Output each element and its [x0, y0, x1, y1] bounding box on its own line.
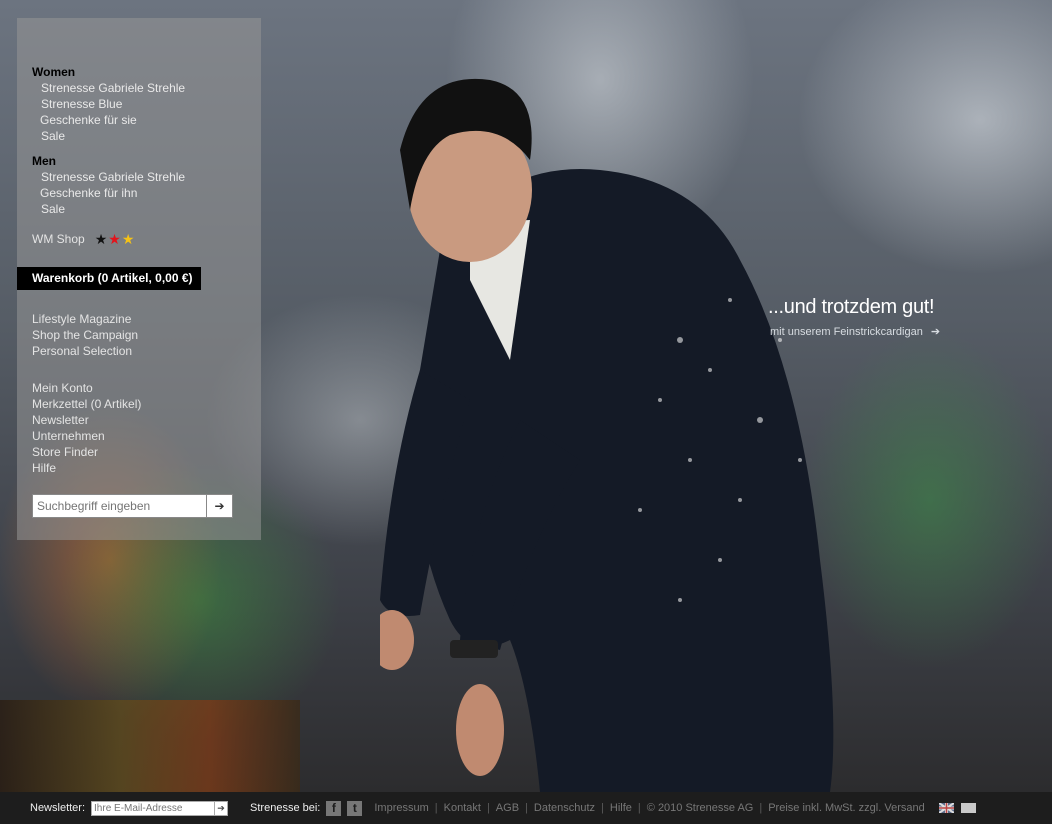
wm-shop-label: WM Shop: [32, 232, 85, 246]
nav-heading-women[interactable]: Women: [32, 64, 185, 80]
cart-link[interactable]: Warenkorb (0 Artikel, 0,00 €): [17, 267, 201, 290]
hero-person-illustration: [380, 78, 834, 792]
hero-subline-link[interactable]: mit unserem Feinstrickcardigan ➔: [770, 325, 941, 339]
nav-group-men: Men Strenesse Gabriele Strehle Geschenke…: [32, 153, 185, 217]
newsletter-form: ➔: [91, 800, 229, 816]
link-shop-the-campaign[interactable]: Shop the Campaign: [32, 327, 138, 343]
footer-links: Impressum | Kontakt | AGB | Datenschutz | Hi…: [374, 802, 925, 814]
newsletter-label: Newsletter:: [30, 802, 86, 814]
star-icon: ★: [108, 231, 121, 247]
footer-bar: Newsletter: ➔ Strenesse bei: f t Impress…: [0, 792, 1052, 824]
search-input[interactable]: [33, 495, 207, 517]
link-hilfe[interactable]: Hilfe: [32, 460, 141, 476]
hero-headline: ...und trotzdem gut!: [768, 296, 935, 318]
nav-item-men-gabriele-strehle[interactable]: Strenesse Gabriele Strehle: [32, 169, 185, 185]
footer-link-impressum[interactable]: Impressum: [374, 802, 428, 814]
nav-item-women-gabriele-strehle[interactable]: Strenesse Gabriele Strehle: [32, 80, 185, 96]
language-flag-icon[interactable]: [960, 803, 976, 813]
link-lifestyle-magazine[interactable]: Lifestyle Magazine: [32, 311, 138, 327]
nav-heading-men[interactable]: Men: [32, 153, 185, 169]
link-newsletter[interactable]: Newsletter: [32, 412, 141, 428]
nav-item-men-geschenke[interactable]: Geschenke für ihn: [32, 185, 185, 201]
search-box: ➔: [32, 494, 233, 518]
uk-flag-icon[interactable]: [938, 803, 954, 813]
campaign-links: Lifestyle Magazine Shop the Campaign Per…: [32, 311, 138, 359]
footer-link-hilfe[interactable]: Hilfe: [610, 802, 632, 814]
wm-shop-link[interactable]: WM Shop ★ ★ ★: [32, 232, 134, 246]
wm-shop-stars: ★ ★ ★: [95, 232, 135, 246]
facebook-icon[interactable]: f: [326, 800, 342, 816]
nav-item-men-sale[interactable]: Sale: [32, 201, 185, 217]
link-mein-konto[interactable]: Mein Konto: [32, 380, 141, 396]
sidebar-panel: Women Strenesse Gabriele Strehle Strenes…: [17, 18, 261, 540]
link-store-finder[interactable]: Store Finder: [32, 444, 141, 460]
footer-link-datenschutz[interactable]: Datenschutz: [534, 802, 595, 814]
star-icon: ★: [121, 231, 135, 247]
nav-item-women-geschenke[interactable]: Geschenke für sie: [32, 112, 185, 128]
footer-price-note: Preise inkl. MwSt. zzgl. Versand: [768, 802, 925, 814]
link-personal-selection[interactable]: Personal Selection: [32, 343, 138, 359]
newsletter-email-input[interactable]: [92, 801, 215, 815]
account-links: Mein Konto Merkzettel (0 Artikel) Newsle…: [32, 380, 141, 476]
footer-copyright: © 2010 Strenesse AG: [646, 802, 754, 814]
footer-link-agb[interactable]: AGB: [496, 802, 519, 814]
arrow-right-icon: ➔: [930, 326, 941, 338]
background-stadium-band: [0, 700, 300, 792]
link-unternehmen[interactable]: Unternehmen: [32, 428, 141, 444]
nav-item-women-strenesse-blue[interactable]: Strenesse Blue: [32, 96, 185, 112]
arrow-right-icon: ➔: [214, 499, 225, 513]
star-icon: ★: [94, 231, 108, 247]
twitter-icon[interactable]: t: [347, 800, 363, 816]
footer-link-kontakt[interactable]: Kontakt: [444, 802, 481, 814]
social-label: Strenesse bei:: [250, 802, 321, 814]
link-merkzettel[interactable]: Merkzettel (0 Artikel): [32, 396, 141, 412]
hero-subline-text: mit unserem Feinstrickcardigan: [770, 325, 923, 338]
search-submit-button[interactable]: ➔: [206, 495, 232, 517]
nav-item-women-sale[interactable]: Sale: [32, 128, 185, 144]
nav-group-women: Women Strenesse Gabriele Strehle Strenes…: [32, 64, 185, 144]
newsletter-submit-button[interactable]: ➔: [214, 801, 227, 815]
